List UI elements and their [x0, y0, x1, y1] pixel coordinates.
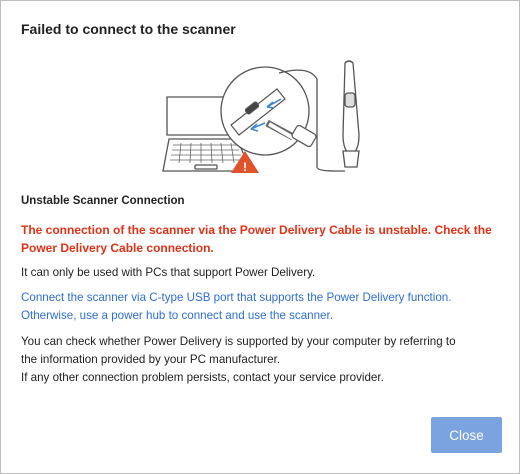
support-line: If any other connection problem persists…	[21, 371, 384, 384]
connection-illustration: !	[162, 60, 360, 174]
dialog-title: Failed to connect to the scanner	[21, 21, 236, 37]
support-information: You can check whether Power Delivery is …	[21, 333, 505, 387]
scanner-illustration	[342, 60, 360, 168]
section-title: Unstable Scanner Connection	[21, 195, 185, 207]
support-line: the information provided by your PC manu…	[21, 353, 281, 366]
warning-message: The connection of the scanner via the Po…	[21, 223, 492, 255]
support-line: You can check whether Power Delivery is …	[21, 335, 456, 348]
instruction-line: Otherwise, use a power hub to connect an…	[21, 309, 333, 322]
zoom-circle	[220, 66, 310, 156]
svg-text:!: !	[243, 160, 247, 174]
error-dialog: Failed to connect to the scanner ! Unsta…	[0, 0, 520, 474]
close-button[interactable]: Close	[431, 417, 502, 453]
instruction-line: Connect the scanner via C-type USB port …	[21, 291, 452, 304]
connection-instructions: Connect the scanner via C-type USB port …	[21, 289, 505, 325]
power-delivery-requirement: It can only be used with PCs that suppor…	[21, 266, 316, 279]
